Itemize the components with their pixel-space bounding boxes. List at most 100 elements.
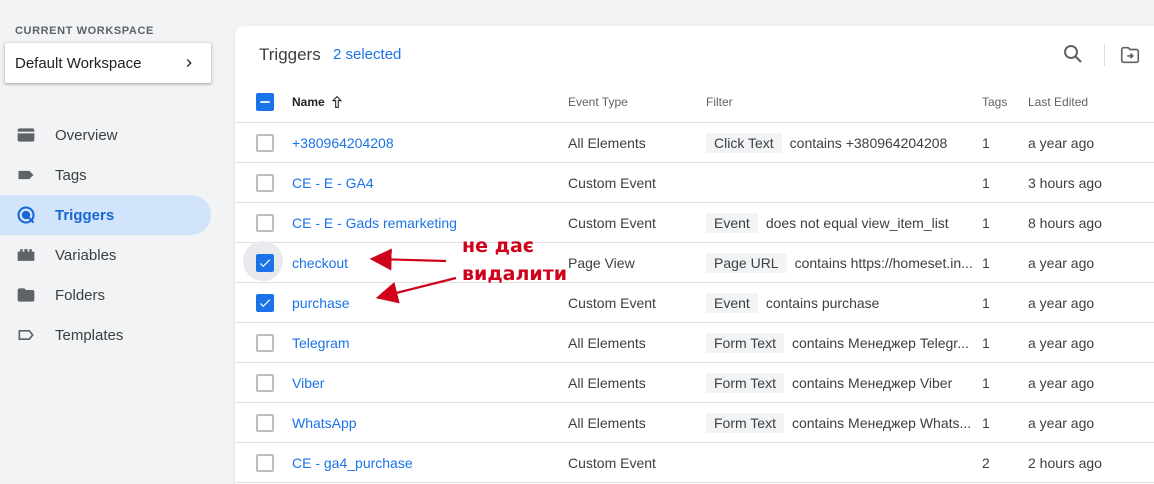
row-checkbox[interactable] <box>256 293 274 312</box>
sidebar-item-label: Folders <box>55 286 106 304</box>
templates-icon <box>16 325 36 345</box>
table-row[interactable]: purchase Custom Event Event contains purc… <box>235 283 1154 323</box>
trigger-name-cell: Viber <box>292 363 552 402</box>
trigger-name-link[interactable]: WhatsApp <box>292 415 357 431</box>
filter-condition: contains Менеджер Viber <box>791 374 953 391</box>
sidebar-nav: Overview Tags Triggers Variables Folders <box>0 115 222 355</box>
sidebar-item-label: Tags <box>55 166 87 184</box>
column-header-tags[interactable]: Tags <box>982 82 1012 122</box>
row-checkbox[interactable] <box>256 173 274 192</box>
sidebar-item-label: Triggers <box>55 206 115 224</box>
tag-icon <box>16 165 36 185</box>
checkbox-wrap <box>256 373 274 392</box>
last-edited-cell: a year ago <box>1028 254 1095 271</box>
trigger-name-link[interactable]: +380964204208 <box>292 135 394 151</box>
sidebar-item-triggers[interactable]: Triggers <box>0 195 211 235</box>
triggers-table: Name Event Type Filter Tags Last Edited … <box>235 82 1154 483</box>
workspace-label: CURRENT WORKSPACE <box>15 25 154 37</box>
table-row[interactable]: Telegram All Elements Form Text contains … <box>235 323 1154 363</box>
sidebar-item-variables[interactable]: Variables <box>0 235 211 275</box>
event-type-cell: Custom Event <box>568 174 656 191</box>
event-type-cell: Custom Event <box>568 294 656 311</box>
checkbox-wrap <box>256 173 274 192</box>
row-checkbox[interactable] <box>256 253 274 272</box>
filter-cell <box>706 443 986 482</box>
filter-cell: Click Text contains +380964204208 <box>706 123 986 162</box>
checkmark-icon <box>259 298 271 307</box>
table-row[interactable]: CE - E - GA4 Custom Event 1 3 hours ago <box>235 163 1154 203</box>
filter-condition: contains Менеджер Whats... <box>791 414 972 431</box>
tags-count-cell: 1 <box>982 334 990 351</box>
filter-cell: Event contains purchase <box>706 283 986 322</box>
column-header-event-type[interactable]: Event Type <box>568 82 698 122</box>
filter-cell: Form Text contains Менеджер Viber <box>706 363 986 402</box>
table-header: Name Event Type Filter Tags Last Edited <box>235 82 1154 123</box>
last-edited-cell: 8 hours ago <box>1028 214 1102 231</box>
sidebar-item-tags[interactable]: Tags <box>0 155 211 195</box>
sidebar: CURRENT WORKSPACE Default Workspace Over… <box>0 0 222 484</box>
trigger-name-link[interactable]: CE - ga4_purchase <box>292 455 413 471</box>
trigger-name-cell: Telegram <box>292 323 552 362</box>
tags-count-cell: 1 <box>982 214 990 231</box>
panel-header: Triggers 2 selected <box>235 26 1154 82</box>
table-row[interactable]: CE - E - Gads remarketing Custom Event E… <box>235 203 1154 243</box>
table-row[interactable]: checkout Page View Page URL contains http… <box>235 240 1154 283</box>
sidebar-item-templates[interactable]: Templates <box>0 315 211 355</box>
sidebar-item-overview[interactable]: Overview <box>0 115 211 155</box>
trigger-name-link[interactable]: Viber <box>292 375 324 391</box>
last-edited-cell: a year ago <box>1028 294 1095 311</box>
sidebar-item-folders[interactable]: Folders <box>0 275 211 315</box>
trigger-name-link[interactable]: Telegram <box>292 335 350 351</box>
row-checkbox[interactable] <box>256 213 274 232</box>
row-checkbox-cell <box>253 363 277 402</box>
table-row[interactable]: Viber All Elements Form Text contains Мен… <box>235 363 1154 403</box>
row-checkbox[interactable] <box>256 133 274 152</box>
row-checkbox[interactable] <box>256 373 274 392</box>
filter-cell <box>706 163 986 202</box>
trigger-name-link[interactable]: purchase <box>292 295 350 311</box>
tags-count-cell: 1 <box>982 254 990 271</box>
filter-chip: Form Text <box>706 412 784 433</box>
indeterminate-icon <box>260 101 270 103</box>
row-checkbox-cell <box>253 123 277 162</box>
filter-condition: contains https://homeset.in... <box>794 254 973 271</box>
row-checkbox[interactable] <box>256 333 274 352</box>
table-row[interactable]: WhatsApp All Elements Form Text contains … <box>235 403 1154 443</box>
sidebar-item-label: Overview <box>55 126 118 144</box>
filter-cell: Form Text contains Менеджер Whats... <box>706 403 986 442</box>
column-header-name[interactable]: Name <box>292 82 552 122</box>
last-edited-cell: a year ago <box>1028 134 1095 151</box>
table-row[interactable]: CE - ga4_purchase Custom Event 2 2 hours… <box>235 443 1154 483</box>
checkbox-wrap <box>256 213 274 232</box>
last-edited-cell: 2 hours ago <box>1028 454 1102 471</box>
folder-icon <box>16 285 36 305</box>
selected-count: 2 selected <box>333 46 402 63</box>
event-type-cell: Custom Event <box>568 214 656 231</box>
checkbox-wrap <box>256 293 274 312</box>
select-all-cell <box>253 82 277 122</box>
row-checkbox-cell <box>253 283 277 322</box>
last-edited-cell: a year ago <box>1028 334 1095 351</box>
table-row[interactable]: +380964204208 All Elements Click Text con… <box>235 123 1154 163</box>
move-to-folder-icon[interactable] <box>1119 44 1141 66</box>
trigger-name-link[interactable]: CE - E - Gads remarketing <box>292 215 457 231</box>
filter-chip: Event <box>706 212 758 233</box>
tags-count-cell: 1 <box>982 294 990 311</box>
table-body: +380964204208 All Elements Click Text con… <box>235 123 1154 483</box>
trigger-name-link[interactable]: CE - E - GA4 <box>292 175 374 191</box>
overview-icon <box>16 125 36 145</box>
row-checkbox[interactable] <box>256 453 274 472</box>
trigger-name-link[interactable]: checkout <box>292 255 348 271</box>
row-checkbox[interactable] <box>256 413 274 432</box>
chevron-right-icon <box>186 59 192 67</box>
workspace-selector[interactable]: Default Workspace <box>5 43 211 83</box>
search-icon[interactable] <box>1061 42 1085 66</box>
column-header-last-edited[interactable]: Last Edited <box>1028 82 1154 122</box>
select-all-checkbox[interactable] <box>256 93 274 111</box>
tags-count-cell: 1 <box>982 174 990 191</box>
checkbox-wrap <box>243 240 283 281</box>
trigger-name-cell: CE - E - GA4 <box>292 163 552 202</box>
row-checkbox-cell <box>253 163 277 202</box>
checkbox-wrap <box>256 333 274 352</box>
row-checkbox-cell <box>253 403 277 442</box>
